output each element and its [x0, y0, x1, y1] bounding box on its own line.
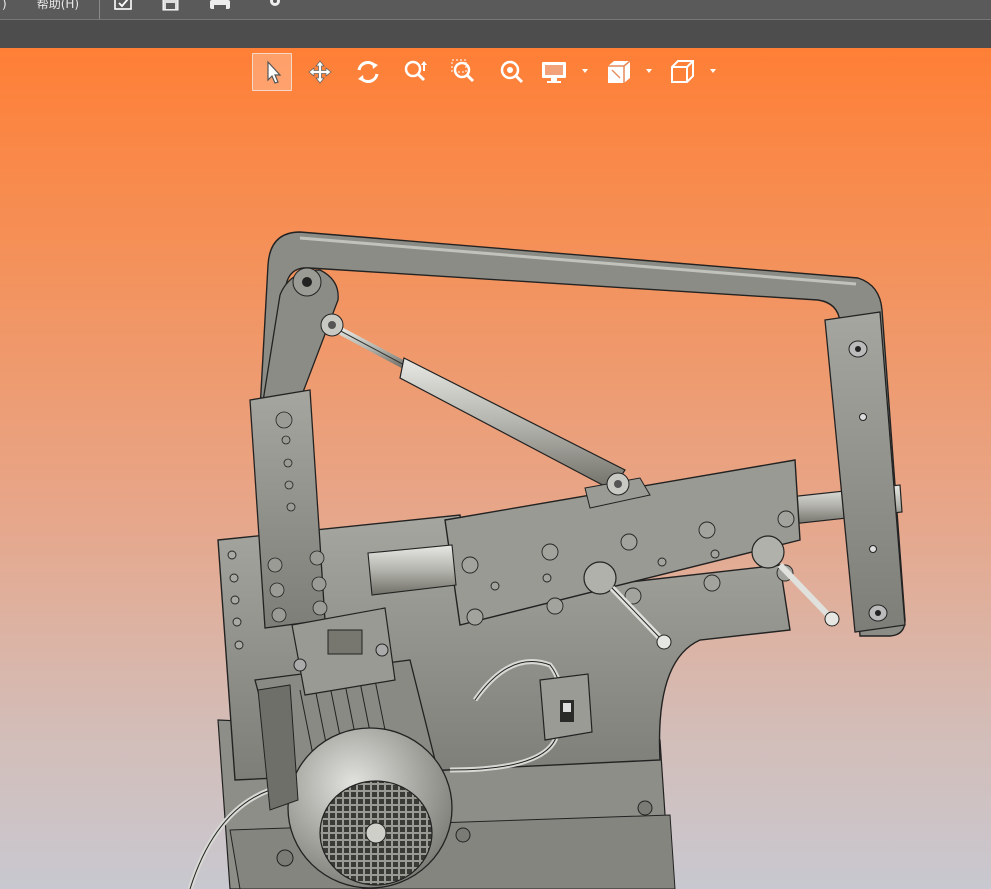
- menu-items: ) 帮助(H): [0, 0, 85, 13]
- menu-item-previous[interactable]: ): [0, 0, 13, 11]
- print-button[interactable]: [207, 0, 233, 12]
- menu-separator: [99, 0, 100, 19]
- settings-icon: [270, 0, 280, 6]
- save-button[interactable]: [158, 0, 184, 12]
- menu-bar: ) 帮助(H): [0, 0, 991, 20]
- check-window-icon: [114, 0, 132, 10]
- gas-strut: [399, 357, 626, 491]
- check-window-button[interactable]: [111, 0, 137, 12]
- command-bar: [0, 20, 991, 49]
- save-icon: [162, 0, 179, 11]
- graphics-viewport[interactable]: [0, 48, 991, 889]
- menu-item-help[interactable]: 帮助(H): [31, 0, 85, 12]
- print-icon: [210, 0, 230, 10]
- belt-grinder-model[interactable]: [0, 48, 991, 889]
- settings-button[interactable]: [262, 0, 288, 12]
